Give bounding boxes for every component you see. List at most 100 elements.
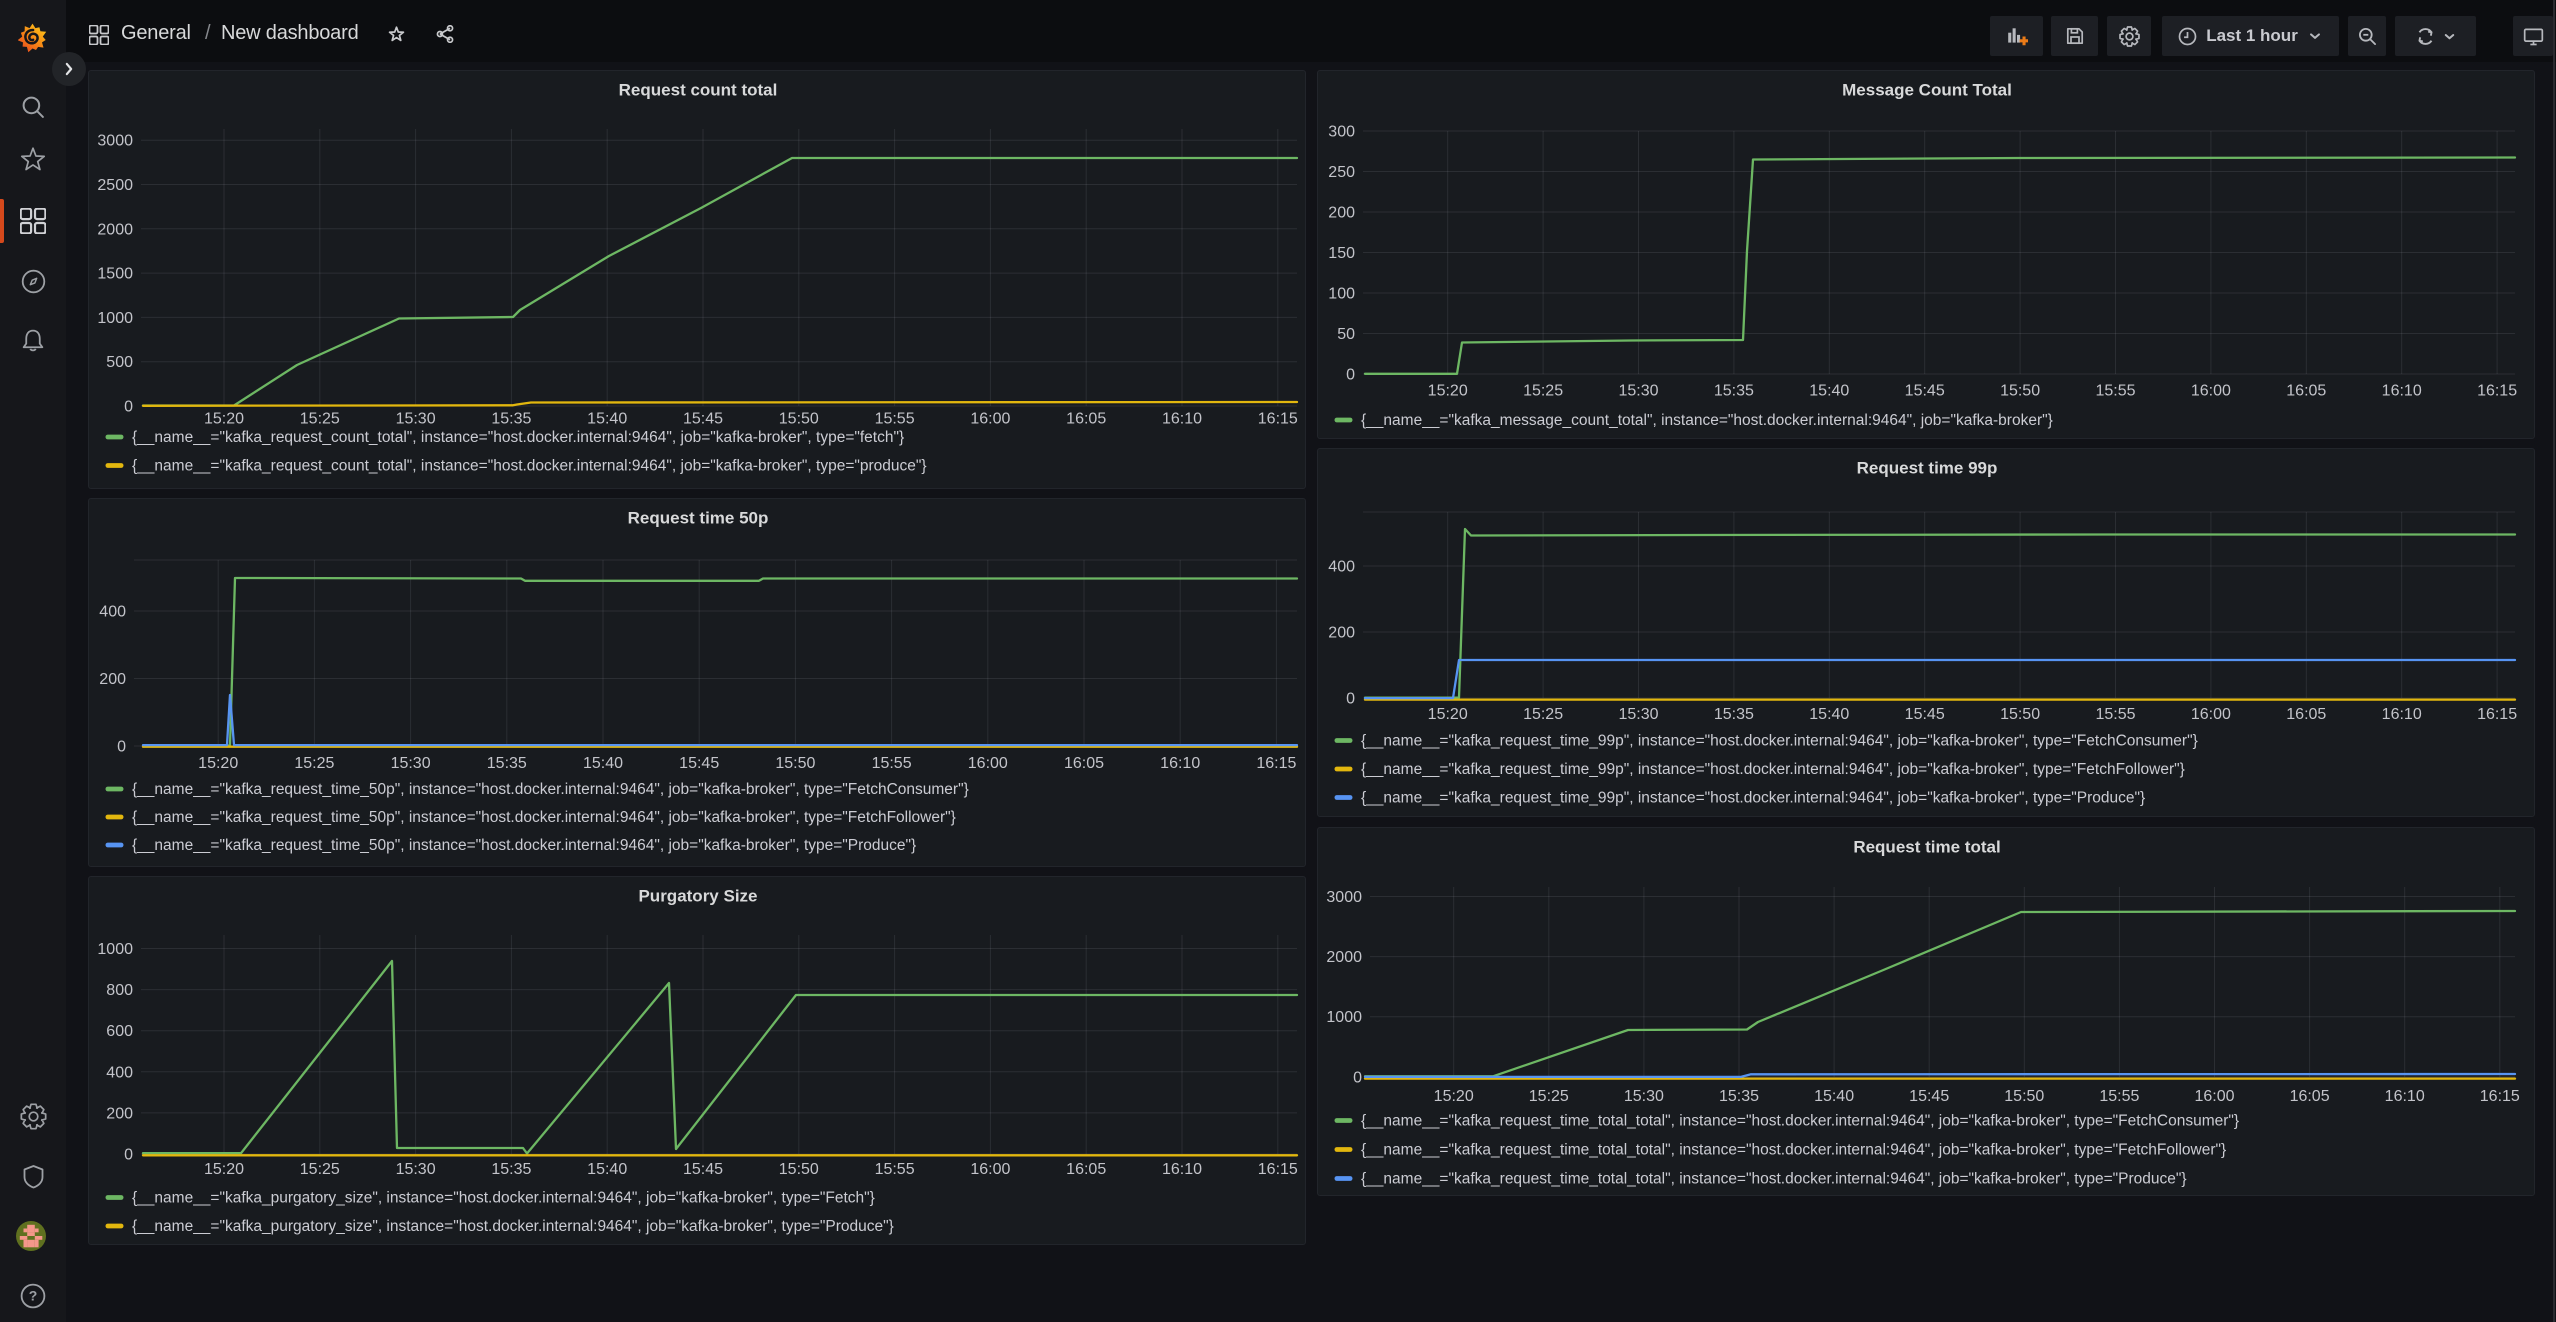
svg-text:0: 0	[124, 1147, 133, 1164]
svg-text:{__name__="kafka_request_time_: {__name__="kafka_request_time_total_tota…	[1361, 1142, 2226, 1159]
svg-text:16:00: 16:00	[2191, 382, 2231, 399]
svg-text:{__name__="kafka_request_count: {__name__="kafka_request_count_total", i…	[132, 458, 927, 475]
svg-text:16:15: 16:15	[2480, 1088, 2520, 1105]
svg-text:15:30: 15:30	[396, 410, 436, 427]
svg-text:1000: 1000	[97, 310, 133, 327]
svg-text:Request time 99p: Request time 99p	[1857, 459, 1998, 478]
svg-text:15:55: 15:55	[2095, 382, 2135, 399]
svg-text:16:05: 16:05	[2286, 382, 2326, 399]
svg-text:15:40: 15:40	[587, 410, 627, 427]
svg-text:2000: 2000	[1326, 949, 1362, 966]
svg-text:16:05: 16:05	[1066, 410, 1106, 427]
svg-text:16:10: 16:10	[2385, 1088, 2425, 1105]
svg-text:15:25: 15:25	[294, 755, 334, 772]
svg-text:16:00: 16:00	[2194, 1088, 2234, 1105]
svg-text:{__name__="kafka_request_time_: {__name__="kafka_request_time_total_tota…	[1361, 1113, 2239, 1130]
svg-text:15:20: 15:20	[198, 755, 238, 772]
svg-text:16:00: 16:00	[970, 410, 1010, 427]
svg-text:15:45: 15:45	[1905, 382, 1945, 399]
svg-text:Purgatory Size: Purgatory Size	[638, 887, 757, 906]
svg-text:{__name__="kafka_request_time_: {__name__="kafka_request_time_99p", inst…	[1361, 733, 2198, 750]
svg-text:15:25: 15:25	[300, 1161, 340, 1178]
svg-text:15:30: 15:30	[1618, 706, 1658, 723]
svg-text:0: 0	[124, 399, 133, 416]
svg-text:15:35: 15:35	[1719, 1088, 1759, 1105]
svg-text:15:40: 15:40	[1809, 382, 1849, 399]
svg-text:200: 200	[99, 671, 126, 688]
svg-text:{__name__="kafka_message_count: {__name__="kafka_message_count_total", i…	[1361, 412, 2053, 429]
svg-text:15:40: 15:40	[1809, 706, 1849, 723]
svg-text:{__name__="kafka_purgatory_siz: {__name__="kafka_purgatory_size", instan…	[132, 1218, 894, 1235]
svg-text:15:55: 15:55	[2099, 1088, 2139, 1105]
svg-text:15:35: 15:35	[1714, 706, 1754, 723]
svg-text:Request count total: Request count total	[619, 81, 778, 100]
svg-text:15:20: 15:20	[204, 1161, 244, 1178]
svg-text:Message Count Total: Message Count Total	[1842, 81, 2012, 100]
svg-text:15:35: 15:35	[491, 410, 531, 427]
svg-text:15:30: 15:30	[391, 755, 431, 772]
svg-text:3000: 3000	[97, 133, 133, 150]
svg-text:15:20: 15:20	[1428, 706, 1468, 723]
svg-text:3000: 3000	[1326, 889, 1362, 906]
svg-text:15:50: 15:50	[779, 410, 819, 427]
svg-text:15:35: 15:35	[1714, 382, 1754, 399]
svg-text:15:25: 15:25	[300, 410, 340, 427]
svg-text:16:15: 16:15	[1258, 1161, 1298, 1178]
svg-text:0: 0	[1346, 367, 1355, 384]
svg-text:Request time 50p: Request time 50p	[628, 509, 769, 528]
svg-text:16:05: 16:05	[2286, 706, 2326, 723]
svg-text:15:20: 15:20	[1434, 1088, 1474, 1105]
svg-text:?: ?	[29, 1288, 38, 1304]
svg-text:15:35: 15:35	[491, 1161, 531, 1178]
svg-text:2500: 2500	[97, 177, 133, 194]
svg-text:{__name__="kafka_request_time_: {__name__="kafka_request_time_50p", inst…	[132, 837, 916, 854]
svg-text:15:50: 15:50	[779, 1161, 819, 1178]
svg-text:15:25: 15:25	[1523, 382, 1563, 399]
svg-text:400: 400	[1328, 559, 1355, 576]
svg-text:15:55: 15:55	[875, 1161, 915, 1178]
svg-text:400: 400	[106, 1064, 133, 1081]
svg-text:15:30: 15:30	[396, 1161, 436, 1178]
svg-text:15:50: 15:50	[2004, 1088, 2044, 1105]
svg-text:{__name__="kafka_request_time_: {__name__="kafka_request_time_50p", inst…	[132, 809, 956, 826]
svg-text:15:30: 15:30	[1618, 382, 1658, 399]
svg-text:16:10: 16:10	[2382, 706, 2422, 723]
svg-text:150: 150	[1328, 245, 1355, 262]
svg-text:16:15: 16:15	[2477, 706, 2517, 723]
svg-text:500: 500	[106, 354, 133, 371]
svg-text:16:05: 16:05	[2290, 1088, 2330, 1105]
svg-text:15:40: 15:40	[1814, 1088, 1854, 1105]
svg-text:16:10: 16:10	[2382, 382, 2422, 399]
svg-text:16:05: 16:05	[1066, 1161, 1106, 1178]
svg-text:{__name__="kafka_request_time_: {__name__="kafka_request_time_99p", inst…	[1361, 761, 2185, 778]
svg-text:15:40: 15:40	[587, 1161, 627, 1178]
svg-text:16:00: 16:00	[968, 755, 1008, 772]
svg-text:15:45: 15:45	[679, 755, 719, 772]
svg-text:1000: 1000	[1326, 1009, 1362, 1026]
svg-text:{__name__="kafka_request_time_: {__name__="kafka_request_time_total_tota…	[1361, 1171, 2187, 1188]
svg-text:16:10: 16:10	[1162, 1161, 1202, 1178]
svg-text:15:25: 15:25	[1529, 1088, 1569, 1105]
svg-text:15:45: 15:45	[1905, 706, 1945, 723]
svg-text:15:45: 15:45	[1909, 1088, 1949, 1105]
svg-text:2000: 2000	[97, 221, 133, 238]
svg-text:15:40: 15:40	[583, 755, 623, 772]
svg-text:400: 400	[99, 604, 126, 621]
svg-text:0: 0	[1346, 691, 1355, 708]
svg-text:16:10: 16:10	[1162, 410, 1202, 427]
svg-text:0: 0	[1353, 1070, 1362, 1087]
svg-text:1000: 1000	[97, 941, 133, 958]
svg-text:16:05: 16:05	[1064, 755, 1104, 772]
svg-text:15:35: 15:35	[487, 755, 527, 772]
svg-text:15:30: 15:30	[1624, 1088, 1664, 1105]
svg-text:16:00: 16:00	[970, 1161, 1010, 1178]
svg-text:250: 250	[1328, 164, 1355, 181]
svg-text:15:55: 15:55	[872, 755, 912, 772]
svg-text:16:15: 16:15	[2477, 382, 2517, 399]
svg-text:15:20: 15:20	[204, 410, 244, 427]
svg-text:15:50: 15:50	[2000, 382, 2040, 399]
svg-text:15:25: 15:25	[1523, 706, 1563, 723]
svg-text:15:20: 15:20	[1428, 382, 1468, 399]
svg-text:{__name__="kafka_purgatory_siz: {__name__="kafka_purgatory_size", instan…	[132, 1190, 875, 1207]
svg-text:16:10: 16:10	[1160, 755, 1200, 772]
